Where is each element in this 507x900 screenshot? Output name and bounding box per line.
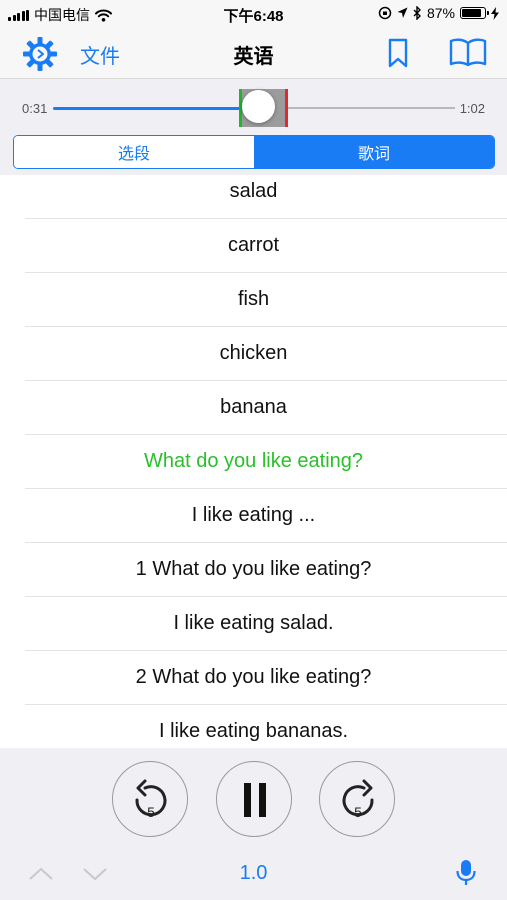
chevron-up-icon[interactable] (28, 866, 54, 882)
rewind-button[interactable]: 5 (112, 761, 188, 837)
current-time: 0:31 (22, 101, 48, 116)
player-progress-area: 0:31 1:02 选段 歌词 (0, 78, 507, 175)
progress-track-played[interactable] (53, 107, 243, 110)
forward-seconds: 5 (354, 804, 362, 820)
list-item[interactable]: salad (25, 175, 507, 219)
signal-icon (8, 9, 29, 21)
progress-slider-thumb[interactable] (242, 90, 275, 123)
forward-icon (342, 779, 374, 817)
microphone-icon[interactable] (455, 859, 477, 887)
location-icon (397, 7, 408, 18)
rewind-icon (135, 779, 167, 817)
playback-speed-button[interactable]: 1.0 (240, 862, 268, 884)
list-item[interactable]: carrot (25, 219, 507, 273)
total-time: 1:02 (459, 101, 485, 116)
lyric-text: I like eating ... (191, 504, 316, 526)
chevron-down-icon[interactable] (82, 866, 108, 882)
lyric-text: banana (220, 396, 287, 418)
page-title: 英语 (233, 46, 274, 68)
bluetooth-icon (413, 6, 421, 20)
carrier-label: 中国电信 (34, 7, 90, 23)
list-item[interactable]: banana (25, 381, 507, 435)
tab-segment[interactable]: 选段 (14, 136, 254, 168)
lyric-text: 2 What do you like eating? (135, 666, 372, 688)
list-item[interactable]: fish (25, 273, 507, 327)
charging-icon (491, 6, 499, 20)
navigation-bar: 文件 英语 (0, 28, 507, 78)
pause-button[interactable] (216, 761, 292, 837)
player-controls: 5 5 1.0 (0, 748, 507, 900)
view-segmented-control: 选段 歌词 (13, 135, 495, 169)
lyric-text: salad (229, 180, 278, 202)
wifi-icon (95, 9, 112, 22)
open-book-icon[interactable] (449, 37, 487, 67)
gear-icon[interactable] (22, 36, 58, 72)
lyrics-list[interactable]: salad carrot fish chicken banana What do… (0, 175, 507, 748)
tab-lyrics[interactable]: 歌词 (254, 136, 494, 168)
list-item[interactable]: I like eating salad. (25, 597, 507, 651)
orientation-lock-icon (378, 6, 392, 20)
lyric-text: I like eating bananas. (158, 720, 349, 742)
rewind-seconds: 5 (147, 804, 155, 820)
list-item-active[interactable]: What do you like eating? (25, 435, 507, 489)
forward-button[interactable]: 5 (319, 761, 395, 837)
lyric-text: carrot (227, 234, 280, 256)
progress-track-remaining[interactable] (288, 107, 455, 109)
file-button[interactable]: 文件 (80, 40, 120, 69)
list-item[interactable]: 1 What do you like eating? (25, 543, 507, 597)
list-item[interactable]: I like eating ... (25, 489, 507, 543)
pause-icon (244, 783, 266, 817)
lyric-text: 1 What do you like eating? (135, 558, 372, 580)
lyric-text: fish (237, 288, 270, 310)
battery-percent: 87% (426, 5, 455, 21)
lyric-text: I like eating salad. (173, 612, 334, 634)
battery-icon (460, 7, 489, 19)
list-item[interactable]: chicken (25, 327, 507, 381)
list-item[interactable]: 2 What do you like eating? (25, 651, 507, 705)
status-bar: 中国电信 下午6:48 87% (0, 0, 507, 28)
lyric-text: chicken (219, 342, 288, 364)
list-item[interactable]: I like eating bananas. (25, 705, 507, 748)
lyric-text: What do you like eating? (143, 450, 364, 472)
bookmark-icon[interactable] (386, 38, 410, 68)
